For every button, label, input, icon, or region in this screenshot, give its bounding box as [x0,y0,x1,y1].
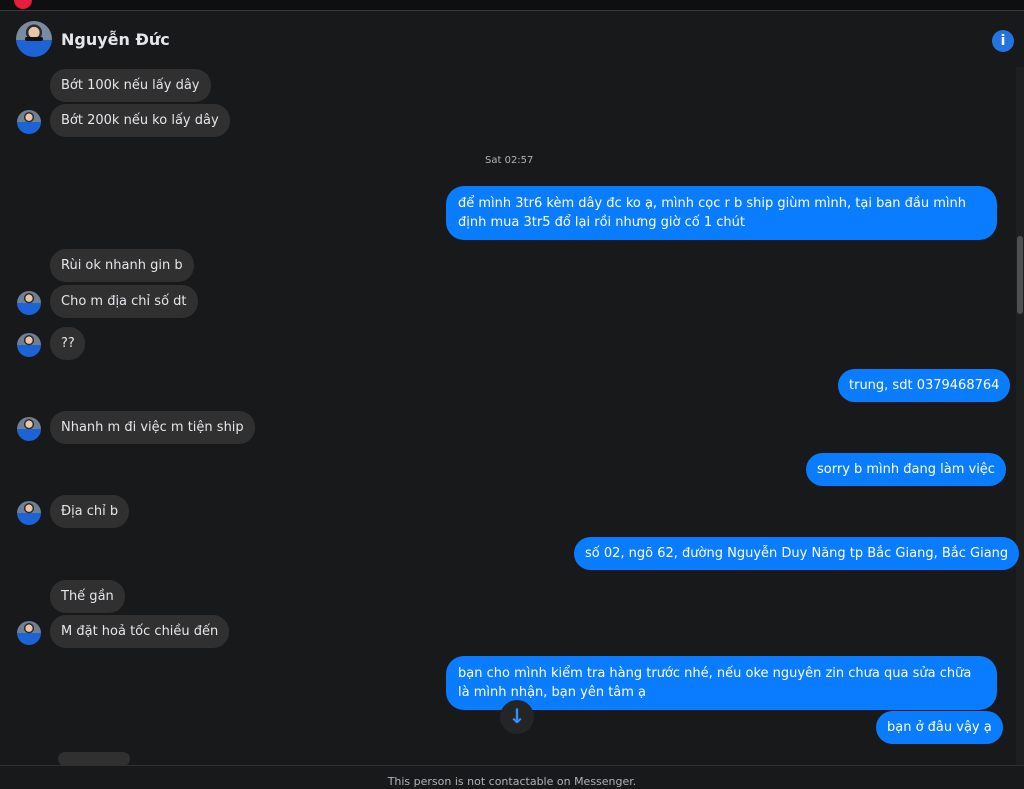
message-bubble-outgoing[interactable]: để mình 3tr6 kèm dây đc ko ạ, mình cọc r… [446,186,997,240]
scrollbar-thumb[interactable] [1017,236,1023,314]
message-bubble-outgoing[interactable]: bạn cho mình kiểm tra hàng trước nhé, nế… [446,656,997,710]
message-bubble-incoming[interactable]: Thế gần [50,580,125,613]
arrow-down-icon[interactable]: ↓ [500,700,534,734]
message-bubble-outgoing[interactable]: bạn ở đâu vậy ạ [876,711,1003,744]
sender-avatar [17,291,41,315]
message-bubble-partial [58,752,130,766]
sender-avatar [17,333,41,357]
sender-avatar [17,417,41,441]
message-bubble-outgoing[interactable]: sorry b mình đang làm việc [806,453,1006,486]
message-timestamp: Sat 02:57 [485,155,534,166]
contact-name[interactable]: Nguyễn Đức [61,30,170,49]
message-bubble-incoming[interactable]: Cho m địa chỉ số dt [50,285,198,318]
info-icon[interactable]: i [992,30,1014,52]
conversation-header: Nguyễn Đức i [0,11,1024,67]
close-dot-icon[interactable] [14,0,32,9]
sender-avatar [17,621,41,645]
message-bubble-incoming[interactable]: Rùi ok nhanh gin b [50,249,194,282]
message-bubble-incoming[interactable]: Bớt 100k nếu lấy dây [50,69,211,102]
not-contactable-notice: This person is not contactable on Messen… [387,775,637,788]
message-bubble-incoming[interactable]: ?? [50,327,85,360]
sender-avatar [17,110,41,134]
window-top-strip [0,0,1024,11]
message-bubble-incoming[interactable]: M đặt hoả tốc chiều đến [50,615,230,648]
message-bubble-incoming[interactable]: Bớt 200k nếu ko lấy dây [50,104,230,137]
scrollbar-track[interactable] [1016,67,1024,765]
message-bubble-outgoing[interactable]: số 02, ngõ 62, đường Nguyễn Duy Năng tp … [574,537,1020,570]
footer-bar: This person is not contactable on Messen… [0,765,1024,789]
contact-avatar[interactable] [16,21,52,57]
message-bubble-incoming[interactable]: Địa chỉ b [50,495,130,528]
sender-avatar [17,501,41,525]
message-bubble-incoming[interactable]: Nhanh m đi việc m tiện ship [50,411,255,444]
message-bubble-outgoing[interactable]: trung, sdt 0379468764 [838,369,1011,402]
